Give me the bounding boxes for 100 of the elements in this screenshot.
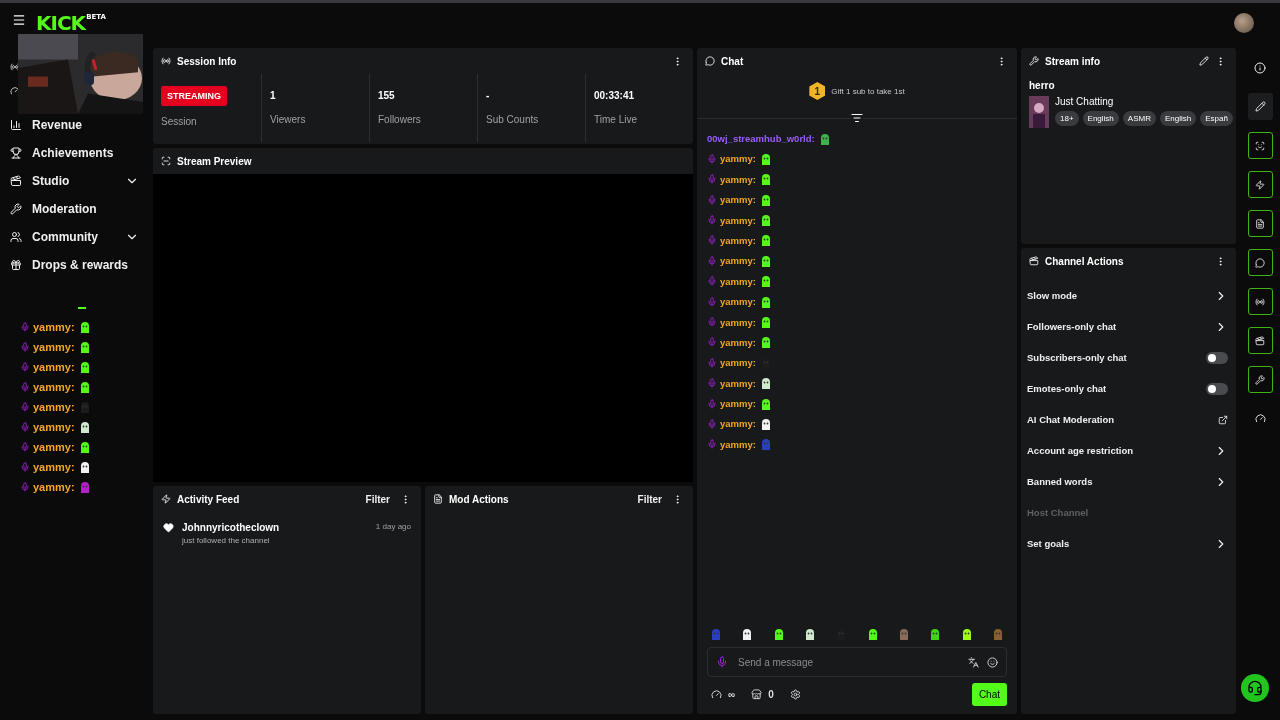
category-thumbnail [1029, 96, 1049, 128]
panel-title: Activity Feed [177, 493, 241, 505]
leaderboard-text: Gift 1 sub to take 1st [831, 86, 905, 96]
message-input[interactable]: Send a message [736, 655, 960, 669]
points-icon [1254, 413, 1266, 424]
filter-button[interactable]: Filter [633, 491, 666, 507]
lightning-icon [1255, 179, 1265, 190]
chat-username: yammy: [720, 275, 756, 287]
wrench-icon [1029, 56, 1039, 66]
microphone-icon [20, 401, 30, 412]
microphone-icon [707, 174, 717, 185]
microphone-icon [707, 378, 717, 389]
store-icon [751, 689, 763, 700]
microphone-icon [707, 317, 717, 327]
action-item[interactable]: Emotes-only chat [1027, 383, 1206, 394]
settings-icon [789, 689, 801, 700]
microphone-icon [20, 361, 30, 372]
sidebar-item[interactable]: Revenue [0, 115, 149, 135]
microphone-icon [20, 341, 30, 352]
stat-label: Viewers [270, 114, 307, 125]
chat-username: yammy: [720, 418, 756, 430]
action-item[interactable]: Set goals [1027, 538, 1214, 549]
rail-button[interactable] [1247, 249, 1273, 276]
chat-username: yammy: [33, 400, 75, 413]
headset-icon [1247, 680, 1263, 696]
tag: English [1159, 111, 1197, 126]
gauge-icon [10, 86, 20, 96]
store-count: 0 [768, 689, 774, 700]
edit-button[interactable] [1247, 93, 1273, 120]
tag: 18+ [1055, 111, 1079, 126]
action-item[interactable]: Slow mode [1027, 290, 1214, 301]
points-count: ∞ [728, 689, 736, 700]
microphone-icon [20, 461, 30, 472]
rail-button[interactable] [1247, 366, 1273, 393]
action-item[interactable]: Banned words [1027, 476, 1214, 487]
rail-button[interactable] [1247, 171, 1273, 198]
rank-medal: 1 [809, 82, 826, 100]
microphone-icon [707, 439, 717, 450]
microphone-icon [20, 381, 30, 392]
stat-value: 1 [270, 88, 277, 103]
toggle-switch[interactable] [1206, 382, 1228, 395]
tag: Españ [1200, 111, 1233, 126]
chat-bubble-icon [705, 56, 715, 66]
message-field[interactable]: Send a message [707, 647, 1007, 677]
tag: ASMR [1122, 111, 1156, 126]
chat-username: yammy: [720, 153, 756, 165]
microphone-icon [707, 153, 717, 164]
filter-button[interactable]: Filter [361, 491, 394, 507]
microphone-icon [716, 656, 728, 668]
chat-username: yammy: [720, 377, 756, 389]
stat-value: 155 [378, 88, 396, 103]
avatar[interactable] [1234, 13, 1254, 33]
toggle-switch[interactable] [1206, 351, 1228, 364]
sidebar-item[interactable]: Drops & rewards [0, 255, 149, 275]
action-item[interactable]: AI Chat Moderation [1027, 414, 1218, 425]
info-icon [1254, 61, 1266, 74]
sidebar-item[interactable]: Studio [0, 171, 149, 191]
menu-icon [12, 13, 26, 27]
panel-title: Stream info [1045, 55, 1101, 67]
rail-button[interactable] [1247, 327, 1273, 354]
wrench-icon [1255, 374, 1265, 385]
translate-icon [968, 656, 979, 668]
chat-username: yammy: [33, 340, 75, 353]
microphone-icon [707, 398, 717, 409]
send-button[interactable]: Chat [971, 683, 1007, 706]
emoji-icon [987, 656, 998, 668]
panel-title: Channel Actions [1045, 255, 1125, 267]
users-icon [10, 231, 22, 243]
panel-title: Session Info [177, 55, 238, 67]
help-button[interactable] [1241, 674, 1269, 702]
chat-username: yammy: [720, 336, 756, 348]
scan-icon [1255, 140, 1265, 151]
gift-icon [10, 259, 22, 271]
microphone-icon [707, 357, 717, 368]
sidebar-item[interactable]: Achievements [0, 143, 149, 163]
stat-label: Sub Counts [486, 114, 540, 125]
chat-username: yammy: [720, 316, 756, 328]
trophy-icon [10, 147, 22, 159]
chat-username: yammy: [33, 440, 75, 453]
microphone-icon [707, 296, 717, 307]
microphone-icon [707, 276, 717, 287]
heart-icon [163, 522, 174, 533]
action-item[interactable]: Account age restriction [1027, 445, 1214, 456]
rail-button[interactable] [1247, 210, 1273, 237]
rail-button[interactable] [1247, 132, 1273, 159]
action-item[interactable]: Subscribers-only chat [1027, 352, 1206, 363]
action-item[interactable]: Followers-only chat [1027, 321, 1214, 332]
broadcast-icon [161, 56, 171, 66]
chat-username: yammy: [720, 438, 756, 450]
chat-bubble-icon [1255, 257, 1265, 268]
microphone-icon [20, 421, 30, 432]
sidebar-item[interactable]: Community [0, 227, 149, 247]
feed-time: 1 day ago [375, 522, 411, 531]
chat-username: yammy: [720, 255, 756, 267]
panel-title: Mod Actions [449, 493, 510, 505]
video-icon [1255, 335, 1265, 346]
rail-button[interactable] [1247, 288, 1273, 315]
panel-title: Chat [721, 55, 745, 67]
chat-username: yammy: [720, 234, 756, 246]
sidebar-item[interactable]: Moderation [0, 199, 149, 219]
